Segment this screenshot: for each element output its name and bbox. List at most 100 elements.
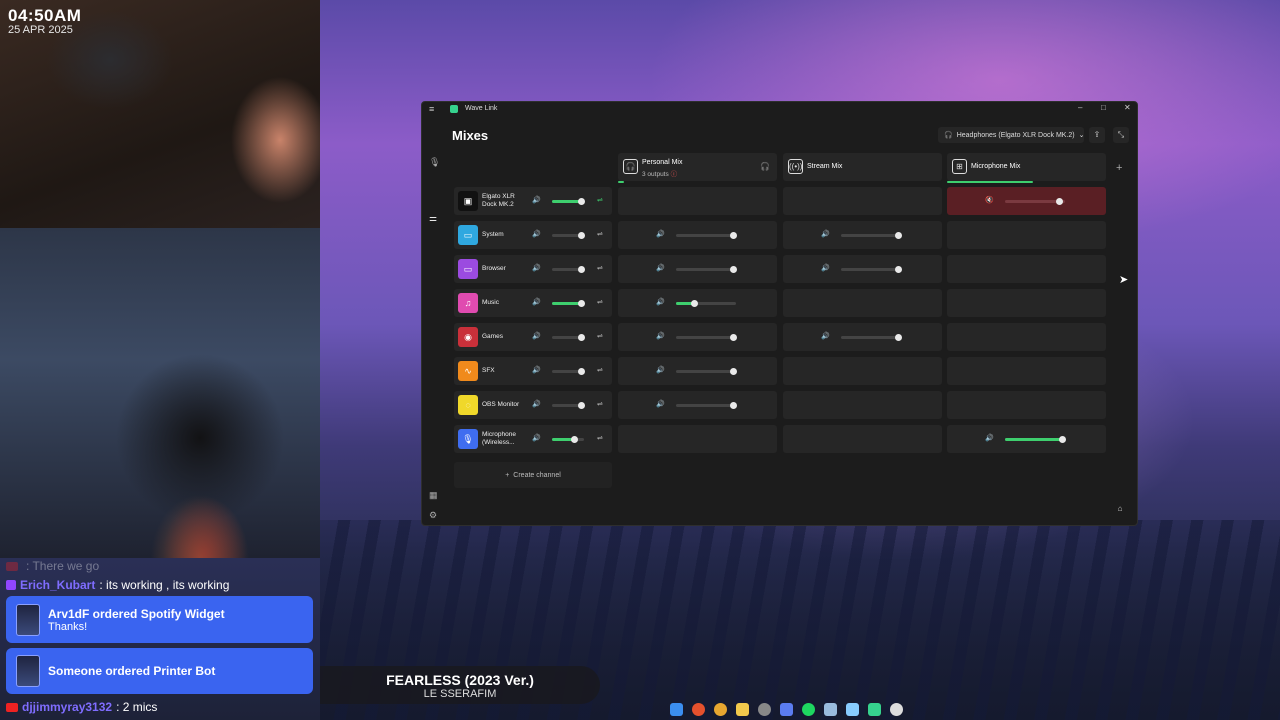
volume-knob[interactable] xyxy=(577,402,585,409)
link-icon[interactable]: ⇌ xyxy=(597,332,603,340)
channel-strip[interactable]: ♫ Music 🔊 ⇌ xyxy=(454,289,612,317)
link-icon[interactable]: ⇌ xyxy=(597,196,603,204)
microphone-icon[interactable]: 🎙 xyxy=(429,157,440,168)
mix-cell[interactable]: 🔊 xyxy=(783,221,942,249)
volume-knob[interactable] xyxy=(730,402,737,409)
speaker-icon[interactable]: 🔊 xyxy=(985,434,994,442)
output-device-dropdown[interactable]: 🎧 Headphones (Elgato XLR Dock MK.2) ⌄ xyxy=(938,127,1085,143)
channel-strip[interactable]: ▣ Elgato XLR Dock MK.2 🔊 ⇌ xyxy=(454,187,612,215)
start-icon[interactable] xyxy=(670,702,683,716)
speaker-icon[interactable]: 🔊 xyxy=(821,332,830,340)
mix-cell[interactable] xyxy=(618,425,777,453)
volume-knob[interactable] xyxy=(577,334,585,341)
share-icon[interactable]: ⇪ xyxy=(1089,127,1105,143)
mix-header-microphone[interactable]: ⊞ Microphone Mix xyxy=(947,153,1106,183)
app-icon[interactable] xyxy=(780,702,793,716)
channel-strip[interactable]: ▭ Browser 🔊 ⇌ xyxy=(454,255,612,283)
mix-cell[interactable] xyxy=(783,357,942,385)
mix-volume-slider[interactable] xyxy=(676,402,737,409)
maximize-icon[interactable]: □ xyxy=(1101,103,1106,112)
volume-knob[interactable] xyxy=(571,436,579,443)
mix-cell[interactable]: 🔊 xyxy=(618,289,777,317)
link-icon[interactable]: ⇌ xyxy=(597,264,603,272)
create-channel-button[interactable]: + Create channel xyxy=(454,462,612,488)
wave-link-icon[interactable] xyxy=(868,702,881,716)
mix-volume-slider[interactable] xyxy=(676,334,737,341)
channel-volume-slider[interactable] xyxy=(552,402,585,409)
volume-knob[interactable] xyxy=(691,300,698,307)
mix-cell[interactable]: 🔊 xyxy=(618,391,777,419)
mix-cell[interactable] xyxy=(783,187,942,215)
mix-cell[interactable]: 🔇 xyxy=(947,187,1106,215)
mix-volume-slider[interactable] xyxy=(676,300,736,307)
mix-cell[interactable] xyxy=(947,289,1106,317)
speaker-icon[interactable]: 🔊 xyxy=(532,366,541,374)
mix-cell[interactable] xyxy=(947,391,1106,419)
mute-icon[interactable]: 🔇 xyxy=(985,196,994,204)
mix-header-stream[interactable]: ((•)) Stream Mix xyxy=(783,153,942,181)
speaker-icon[interactable]: 🔊 xyxy=(532,332,541,340)
channel-strip[interactable]: ◉ Games 🔊 ⇌ xyxy=(454,323,612,351)
mix-cell[interactable]: 🔊 xyxy=(618,221,777,249)
volume-knob[interactable] xyxy=(577,300,585,307)
speaker-icon[interactable]: 🔊 xyxy=(656,400,665,408)
volume-knob[interactable] xyxy=(730,266,737,273)
volume-knob[interactable] xyxy=(1059,436,1066,443)
mixer-sliders-icon[interactable]: ⚌ xyxy=(429,213,437,224)
channel-strip[interactable]: ◌ OBS Monitor 🔊 ⇌ xyxy=(454,391,612,419)
feedback-icon[interactable]: ⌂ xyxy=(1112,504,1128,518)
settings-gear-icon[interactable]: ⚙ xyxy=(429,510,437,521)
mix-cell[interactable] xyxy=(947,357,1106,385)
volume-knob[interactable] xyxy=(1056,198,1063,205)
mix-cell[interactable] xyxy=(783,425,942,453)
speaker-icon[interactable]: 🔊 xyxy=(532,230,541,238)
link-icon[interactable]: ⇌ xyxy=(597,298,603,306)
mix-volume-slider[interactable] xyxy=(676,232,737,239)
app-icon[interactable] xyxy=(824,702,837,716)
settings-icon[interactable] xyxy=(758,702,771,716)
channel-strip[interactable]: 🎙 Microphone (Wireless... 🔊 ⇌ xyxy=(454,425,612,453)
volume-knob[interactable] xyxy=(730,334,737,341)
mix-outputs[interactable]: 3 outputs ⓘ xyxy=(642,168,677,178)
link-icon[interactable]: ⇌ xyxy=(597,400,603,408)
speaker-icon[interactable]: 🔊 xyxy=(656,366,665,374)
mix-volume-slider[interactable] xyxy=(676,266,737,273)
mix-cell[interactable]: 🔊 xyxy=(947,425,1106,453)
speaker-icon[interactable]: 🔊 xyxy=(656,230,665,238)
link-icon[interactable]: ⇌ xyxy=(597,434,603,442)
volume-knob[interactable] xyxy=(577,266,585,273)
channel-volume-slider[interactable] xyxy=(552,368,585,375)
headphones-monitor-icon[interactable]: 🎧 xyxy=(760,162,770,171)
channel-volume-slider[interactable] xyxy=(552,300,585,307)
speaker-icon[interactable]: 🔊 xyxy=(532,196,541,204)
mix-cell[interactable] xyxy=(783,289,942,317)
volume-knob[interactable] xyxy=(730,368,737,375)
volume-knob[interactable] xyxy=(577,198,585,205)
volume-knob[interactable] xyxy=(895,232,902,239)
marketplace-icon[interactable]: ▦ xyxy=(429,490,438,501)
channel-volume-slider[interactable] xyxy=(552,266,585,273)
volume-knob[interactable] xyxy=(895,334,902,341)
mix-volume-slider[interactable] xyxy=(841,266,902,273)
speaker-icon[interactable]: 🔊 xyxy=(532,434,541,442)
channel-volume-slider[interactable] xyxy=(552,436,584,443)
folder-icon[interactable] xyxy=(736,702,749,716)
speaker-icon[interactable]: 🔊 xyxy=(821,264,830,272)
channel-volume-slider[interactable] xyxy=(552,334,585,341)
volume-knob[interactable] xyxy=(895,266,902,273)
mix-cell[interactable]: 🔊 xyxy=(618,323,777,351)
mix-cell[interactable] xyxy=(947,323,1106,351)
mix-volume-slider[interactable] xyxy=(1005,198,1065,205)
speaker-icon[interactable]: 🔊 xyxy=(656,298,665,306)
mix-volume-slider[interactable] xyxy=(1005,436,1066,443)
minimize-icon[interactable]: – xyxy=(1078,103,1082,112)
link-icon[interactable]: ⇌ xyxy=(597,230,603,238)
mix-volume-slider[interactable] xyxy=(841,232,902,239)
speaker-icon[interactable]: 🔊 xyxy=(532,400,541,408)
mix-cell[interactable] xyxy=(947,221,1106,249)
link-icon[interactable]: ⇌ xyxy=(597,366,603,374)
mix-volume-slider[interactable] xyxy=(676,368,737,375)
chrome-icon[interactable] xyxy=(714,702,727,716)
speaker-icon[interactable]: 🔊 xyxy=(656,264,665,272)
add-mix-button[interactable]: + xyxy=(1116,162,1122,174)
